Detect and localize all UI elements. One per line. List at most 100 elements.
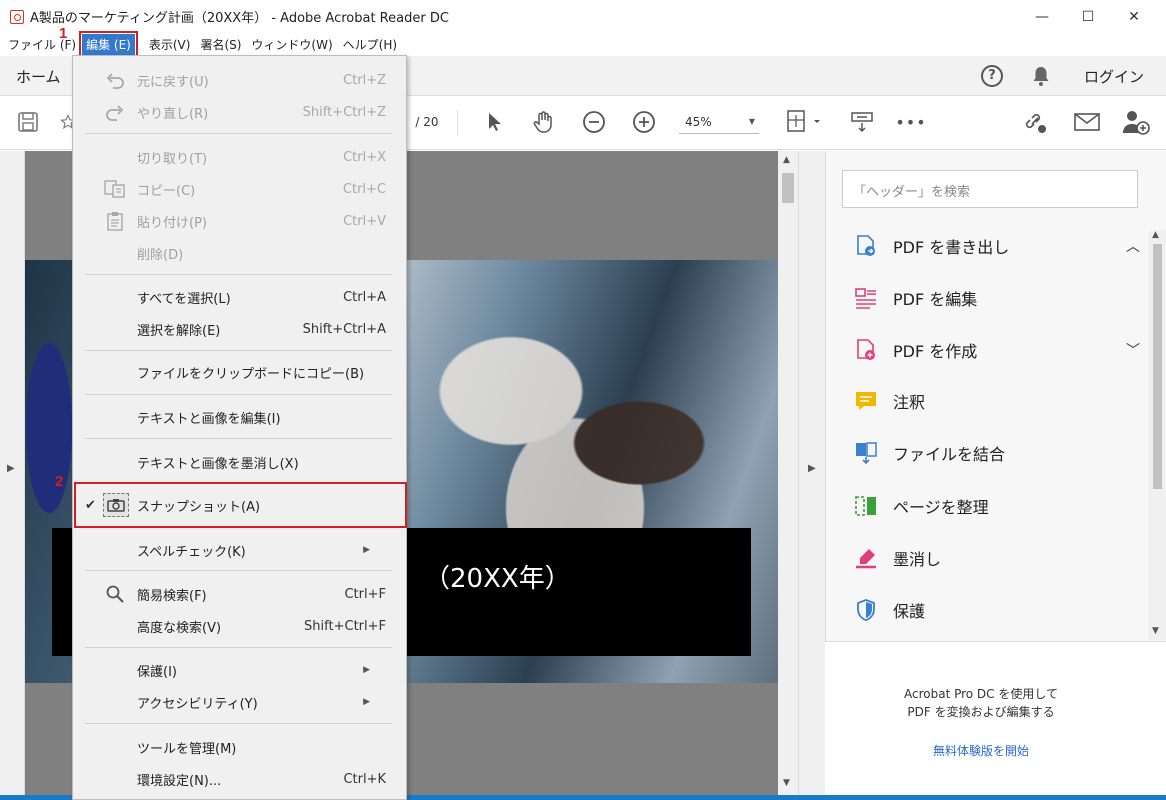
- undo-icon: [103, 69, 127, 91]
- menu-item-redact-text-images[interactable]: テキストと画像を墨消し(X): [73, 448, 406, 476]
- tool-combine-files[interactable]: ファイルを結合: [853, 438, 1143, 468]
- window-title: A製品のマーケティング計画（20XX年） - Adobe Acrobat Rea…: [30, 11, 449, 26]
- tool-organize-pages[interactable]: ページを整理: [853, 491, 1143, 521]
- menu-item-copy[interactable]: コピー(C) Ctrl+C: [73, 175, 406, 203]
- zoom-in-icon[interactable]: [630, 108, 658, 136]
- menu-sign[interactable]: 署名(S): [196, 34, 245, 55]
- menu-item-find[interactable]: 簡易検索(F) Ctrl+F: [73, 580, 406, 608]
- scroll-down-icon[interactable]: ▼: [783, 778, 790, 788]
- email-icon[interactable]: [1072, 108, 1102, 136]
- scroll-up-icon[interactable]: ▲: [1152, 230, 1159, 240]
- menu-item-snapshot[interactable]: ✔ スナップショット(A): [74, 482, 407, 528]
- add-user-icon[interactable]: [1120, 108, 1152, 136]
- tool-label: 注釈: [893, 393, 926, 412]
- menu-bar: ファイル (F) 編集 (E) 表示(V) 署名(S) ウィンドウ(W) ヘルプ…: [0, 31, 1166, 58]
- menu-item-deselect[interactable]: 選択を解除(E) Shift+Ctrl+A: [73, 315, 406, 343]
- scroll-thumb[interactable]: [1153, 244, 1162, 489]
- menu-shortcut: Ctrl+A: [343, 289, 386, 305]
- submenu-arrow-icon: ▶: [363, 665, 370, 675]
- scroll-thumb[interactable]: [782, 173, 794, 203]
- tool-protect[interactable]: 保護: [853, 595, 1143, 625]
- menu-separator: [85, 723, 392, 724]
- chevron-up-icon[interactable]: ︿: [1123, 236, 1143, 256]
- menu-help[interactable]: ヘルプ(H): [339, 34, 401, 55]
- menu-shortcut: Ctrl+Z: [343, 72, 386, 88]
- minimize-button[interactable]: —: [1019, 0, 1065, 33]
- menu-label: すべてを選択(L): [137, 291, 231, 307]
- submenu-arrow-icon: ▶: [363, 697, 370, 707]
- chevron-down-icon[interactable]: ﹀: [1123, 340, 1143, 360]
- document-scrollbar[interactable]: ▲ ▼: [778, 151, 798, 800]
- right-panel-toggle[interactable]: ▶: [798, 151, 825, 800]
- tool-comment[interactable]: 注釈: [853, 386, 1143, 416]
- menu-label: ツールを管理(M): [137, 741, 237, 757]
- menu-item-accessibility[interactable]: アクセシビリティ(Y) ▶: [73, 688, 406, 716]
- menu-separator: [85, 570, 392, 571]
- free-trial-link[interactable]: 無料体験版を開始: [825, 742, 1137, 759]
- step-2-marker: 2: [55, 473, 64, 490]
- left-panel-toggle[interactable]: ▶: [0, 151, 25, 800]
- menu-item-select-all[interactable]: すべてを選択(L) Ctrl+A: [73, 283, 406, 311]
- tool-create-pdf[interactable]: PDF を作成 ﹀: [853, 335, 1143, 365]
- save-icon[interactable]: [14, 108, 42, 136]
- menu-item-cut[interactable]: 切り取り(T) Ctrl+X: [73, 143, 406, 171]
- title-bar: A製品のマーケティング計画（20XX年） - Adobe Acrobat Rea…: [0, 0, 1166, 33]
- menu-item-copy-to-clipboard[interactable]: ファイルをクリップボードにコピー(B): [73, 358, 406, 386]
- menu-item-delete[interactable]: 削除(D): [73, 239, 406, 267]
- zoom-level-select[interactable]: 45% ▼: [679, 110, 759, 134]
- edit-menu-dropdown: 元に戻す(U) Ctrl+Z やり直し(R) Shift+Ctrl+Z 切り取り…: [72, 55, 407, 800]
- menu-view[interactable]: 表示(V): [145, 34, 195, 55]
- menu-label: コピー(C): [137, 183, 196, 199]
- menu-edit[interactable]: 編集 (E): [79, 31, 138, 58]
- menu-item-manage-tools[interactable]: ツールを管理(M): [73, 733, 406, 761]
- tool-edit-pdf[interactable]: PDF を編集: [853, 283, 1143, 313]
- scroll-down-icon[interactable]: ▼: [1152, 626, 1159, 636]
- scroll-up-icon[interactable]: ▲: [783, 155, 790, 165]
- menu-item-advanced-search[interactable]: 高度な検索(V) Shift+Ctrl+F: [73, 612, 406, 640]
- menu-item-spellcheck[interactable]: スペルチェック(K) ▶: [73, 536, 406, 564]
- zoom-value: 45%: [685, 114, 712, 129]
- close-button[interactable]: ✕: [1111, 0, 1157, 33]
- tool-label: 保護: [893, 602, 926, 621]
- more-tools-icon[interactable]: •••: [895, 108, 925, 136]
- menu-item-protection[interactable]: 保護(I) ▶: [73, 656, 406, 684]
- redo-icon: [103, 101, 127, 123]
- menu-separator: [85, 274, 392, 275]
- menu-shortcut: Shift+Ctrl+F: [304, 618, 386, 634]
- menu-shortcut: Shift+Ctrl+A: [302, 321, 386, 337]
- menu-item-edit-text-images[interactable]: テキストと画像を編集(I): [73, 403, 406, 431]
- share-link-icon[interactable]: [1020, 108, 1050, 136]
- tools-pane-scrollbar[interactable]: ▲ ▼: [1149, 230, 1166, 640]
- maximize-button[interactable]: ☐: [1065, 0, 1111, 33]
- tool-export-pdf[interactable]: PDF を書き出し ︿: [853, 231, 1143, 261]
- menu-file[interactable]: ファイル (F): [4, 34, 80, 55]
- search-icon: [103, 583, 127, 605]
- menu-window[interactable]: ウィンドウ(W): [247, 34, 336, 55]
- hand-tool-icon[interactable]: [529, 108, 557, 136]
- menu-label: 貼り付け(P): [137, 215, 207, 231]
- tool-label: PDF を作成: [893, 342, 978, 361]
- menu-separator: [85, 133, 392, 134]
- page-fit-icon[interactable]: [784, 108, 824, 136]
- tab-home[interactable]: ホーム: [16, 66, 61, 87]
- select-cursor-icon[interactable]: [481, 108, 507, 136]
- menu-item-paste[interactable]: 貼り付け(P) Ctrl+V: [73, 207, 406, 235]
- menu-item-redo[interactable]: やり直し(R) Shift+Ctrl+Z: [73, 98, 406, 126]
- menu-label: 元に戻す(U): [137, 74, 209, 90]
- menu-item-undo[interactable]: 元に戻す(U) Ctrl+Z: [73, 66, 406, 94]
- menu-shortcut: Ctrl+V: [343, 213, 386, 229]
- tools-search-input[interactable]: 「ヘッダー」を検索: [842, 170, 1138, 208]
- checkmark-icon: ✔: [85, 497, 96, 513]
- menu-label: 選択を解除(E): [137, 323, 221, 339]
- read-mode-icon[interactable]: [848, 108, 876, 136]
- menu-separator: [85, 350, 392, 351]
- help-icon[interactable]: ?: [981, 65, 1003, 87]
- bell-icon[interactable]: [1031, 65, 1051, 87]
- menu-item-preferences[interactable]: 環境設定(N)... Ctrl+K: [73, 765, 406, 793]
- login-link[interactable]: ログイン: [1084, 66, 1144, 87]
- tool-label: PDF を編集: [893, 290, 978, 309]
- menu-separator: [85, 394, 392, 395]
- zoom-out-icon[interactable]: [580, 108, 608, 136]
- menu-shortcut: Ctrl+K: [343, 771, 386, 787]
- tool-redact[interactable]: 墨消し: [853, 543, 1143, 573]
